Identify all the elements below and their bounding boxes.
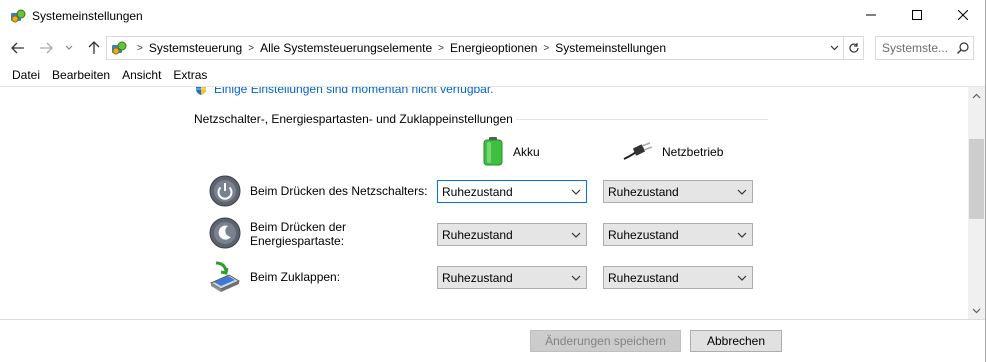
search-input[interactable] (882, 40, 954, 56)
uac-shield-icon (194, 87, 208, 96)
sleep-button-label-line2: Energiespartaste: (250, 234, 345, 248)
cancel-button[interactable]: Abbrechen (690, 330, 782, 352)
control-panel-icon (10, 8, 26, 24)
title-bar: Systemeinstellungen (0, 0, 986, 32)
breadcrumb-separator-icon[interactable]: > (543, 43, 549, 54)
plugged-in-column-label: Netzbetrieb (662, 145, 724, 159)
up-button[interactable] (84, 38, 104, 58)
select-value: Ruhezustand (608, 271, 679, 285)
battery-icon (481, 136, 505, 169)
lid-close-label: Beim Zuklappen: (250, 270, 341, 284)
select-value: Ruhezustand (608, 228, 679, 242)
chevron-down-icon (737, 232, 747, 238)
settings-panel: Einige Einstellungen sind momentan nicht… (0, 87, 968, 319)
power-button-battery-select[interactable]: Ruhezustand (437, 180, 587, 203)
sleep-button-label-line1: Beim Drücken der (250, 220, 347, 234)
maximize-button[interactable] (894, 0, 940, 30)
sleep-button-label: Beim Drücken der Energiespartaste: (250, 220, 346, 248)
back-button[interactable] (8, 38, 28, 58)
address-bar[interactable]: > Systemsteuerung > Alle Systemsteuerung… (106, 36, 864, 60)
notice-text[interactable]: Einige Einstellungen sind momentan nicht… (214, 87, 494, 96)
breadcrumb-item-alle-elemente[interactable]: Alle Systemsteuerungselemente (260, 41, 432, 55)
chevron-down-icon (65, 45, 73, 50)
chevron-down-icon (571, 275, 581, 281)
breadcrumb-separator-icon[interactable]: > (438, 43, 444, 54)
power-button-plugged-select[interactable]: Ruhezustand (603, 180, 753, 203)
lid-close-battery-select[interactable]: Ruhezustand (437, 266, 587, 289)
window-title: Systemeinstellungen (32, 9, 143, 23)
section-divider (516, 119, 768, 120)
footer: Änderungen speichern Abbrechen (0, 320, 986, 362)
column-header-plugged-in: Netzbetrieb (622, 137, 723, 167)
breadcrumb-item-energieoptionen[interactable]: Energieoptionen (450, 41, 537, 55)
back-arrow-icon (11, 42, 24, 54)
select-value: Ruhezustand (442, 228, 513, 242)
power-button-label: Beim Drücken des Netzschalters: (250, 184, 428, 198)
chevron-down-icon (830, 45, 838, 51)
search-box[interactable] (875, 36, 974, 60)
menu-bar: Datei Bearbeiten Ansicht Extras (0, 64, 986, 86)
scroll-down-button[interactable] (968, 302, 985, 319)
up-arrow-icon (88, 41, 100, 54)
refresh-icon (848, 43, 859, 53)
unavailable-settings-link[interactable]: Einige Einstellungen sind momentan nicht… (194, 87, 494, 97)
scroll-thumb[interactable] (969, 139, 984, 219)
column-header-battery: Akku (481, 136, 540, 169)
forward-button[interactable] (36, 38, 56, 58)
navigation-bar: > Systemsteuerung > Alle Systemsteuerung… (0, 32, 986, 64)
chevron-down-icon (737, 275, 747, 281)
laptop-lid-icon (208, 259, 242, 293)
recent-locations-button[interactable] (62, 38, 76, 58)
battery-column-label: Akku (513, 145, 540, 159)
sleep-button-icon (208, 216, 242, 250)
select-value: Ruhezustand (442, 271, 513, 285)
chevron-down-icon (972, 308, 981, 313)
breadcrumb-item-systemeinstellungen[interactable]: Systemeinstellungen (555, 41, 666, 55)
select-value: Ruhezustand (608, 185, 679, 199)
breadcrumb: > Systemsteuerung > Alle Systemsteuerung… (131, 37, 666, 59)
refresh-button[interactable] (843, 37, 863, 59)
chevron-down-icon (571, 232, 581, 238)
chevron-down-icon (737, 189, 747, 195)
menu-bearbeiten[interactable]: Bearbeiten (46, 64, 116, 86)
close-button[interactable] (940, 0, 986, 30)
breadcrumb-separator-icon[interactable]: > (137, 43, 143, 54)
menu-extras[interactable]: Extras (167, 64, 213, 86)
section-title: Netzschalter-, Energiespartasten- und Zu… (194, 112, 513, 126)
select-value: Ruhezustand (442, 185, 513, 199)
lid-close-plugged-select[interactable]: Ruhezustand (603, 266, 753, 289)
minimize-button[interactable] (848, 0, 894, 30)
power-button-icon (208, 174, 242, 208)
chevron-up-icon (972, 93, 981, 98)
forward-arrow-icon (40, 42, 53, 54)
address-dropdown-button[interactable] (827, 40, 841, 56)
sleep-button-battery-select[interactable]: Ruhezustand (437, 223, 587, 246)
menu-ansicht[interactable]: Ansicht (116, 64, 167, 86)
menu-datei[interactable]: Datei (6, 64, 46, 86)
breadcrumb-item-systemsteuerung[interactable]: Systemsteuerung (149, 41, 242, 55)
power-plug-icon (622, 139, 654, 166)
breadcrumb-separator-icon[interactable]: > (248, 43, 254, 54)
save-changes-button[interactable]: Änderungen speichern (530, 330, 681, 352)
search-icon[interactable] (956, 41, 970, 55)
scroll-up-button[interactable] (968, 87, 985, 104)
chevron-down-icon (571, 189, 581, 195)
control-panel-icon (111, 40, 127, 56)
vertical-scrollbar[interactable] (968, 87, 985, 319)
sleep-button-plugged-select[interactable]: Ruhezustand (603, 223, 753, 246)
